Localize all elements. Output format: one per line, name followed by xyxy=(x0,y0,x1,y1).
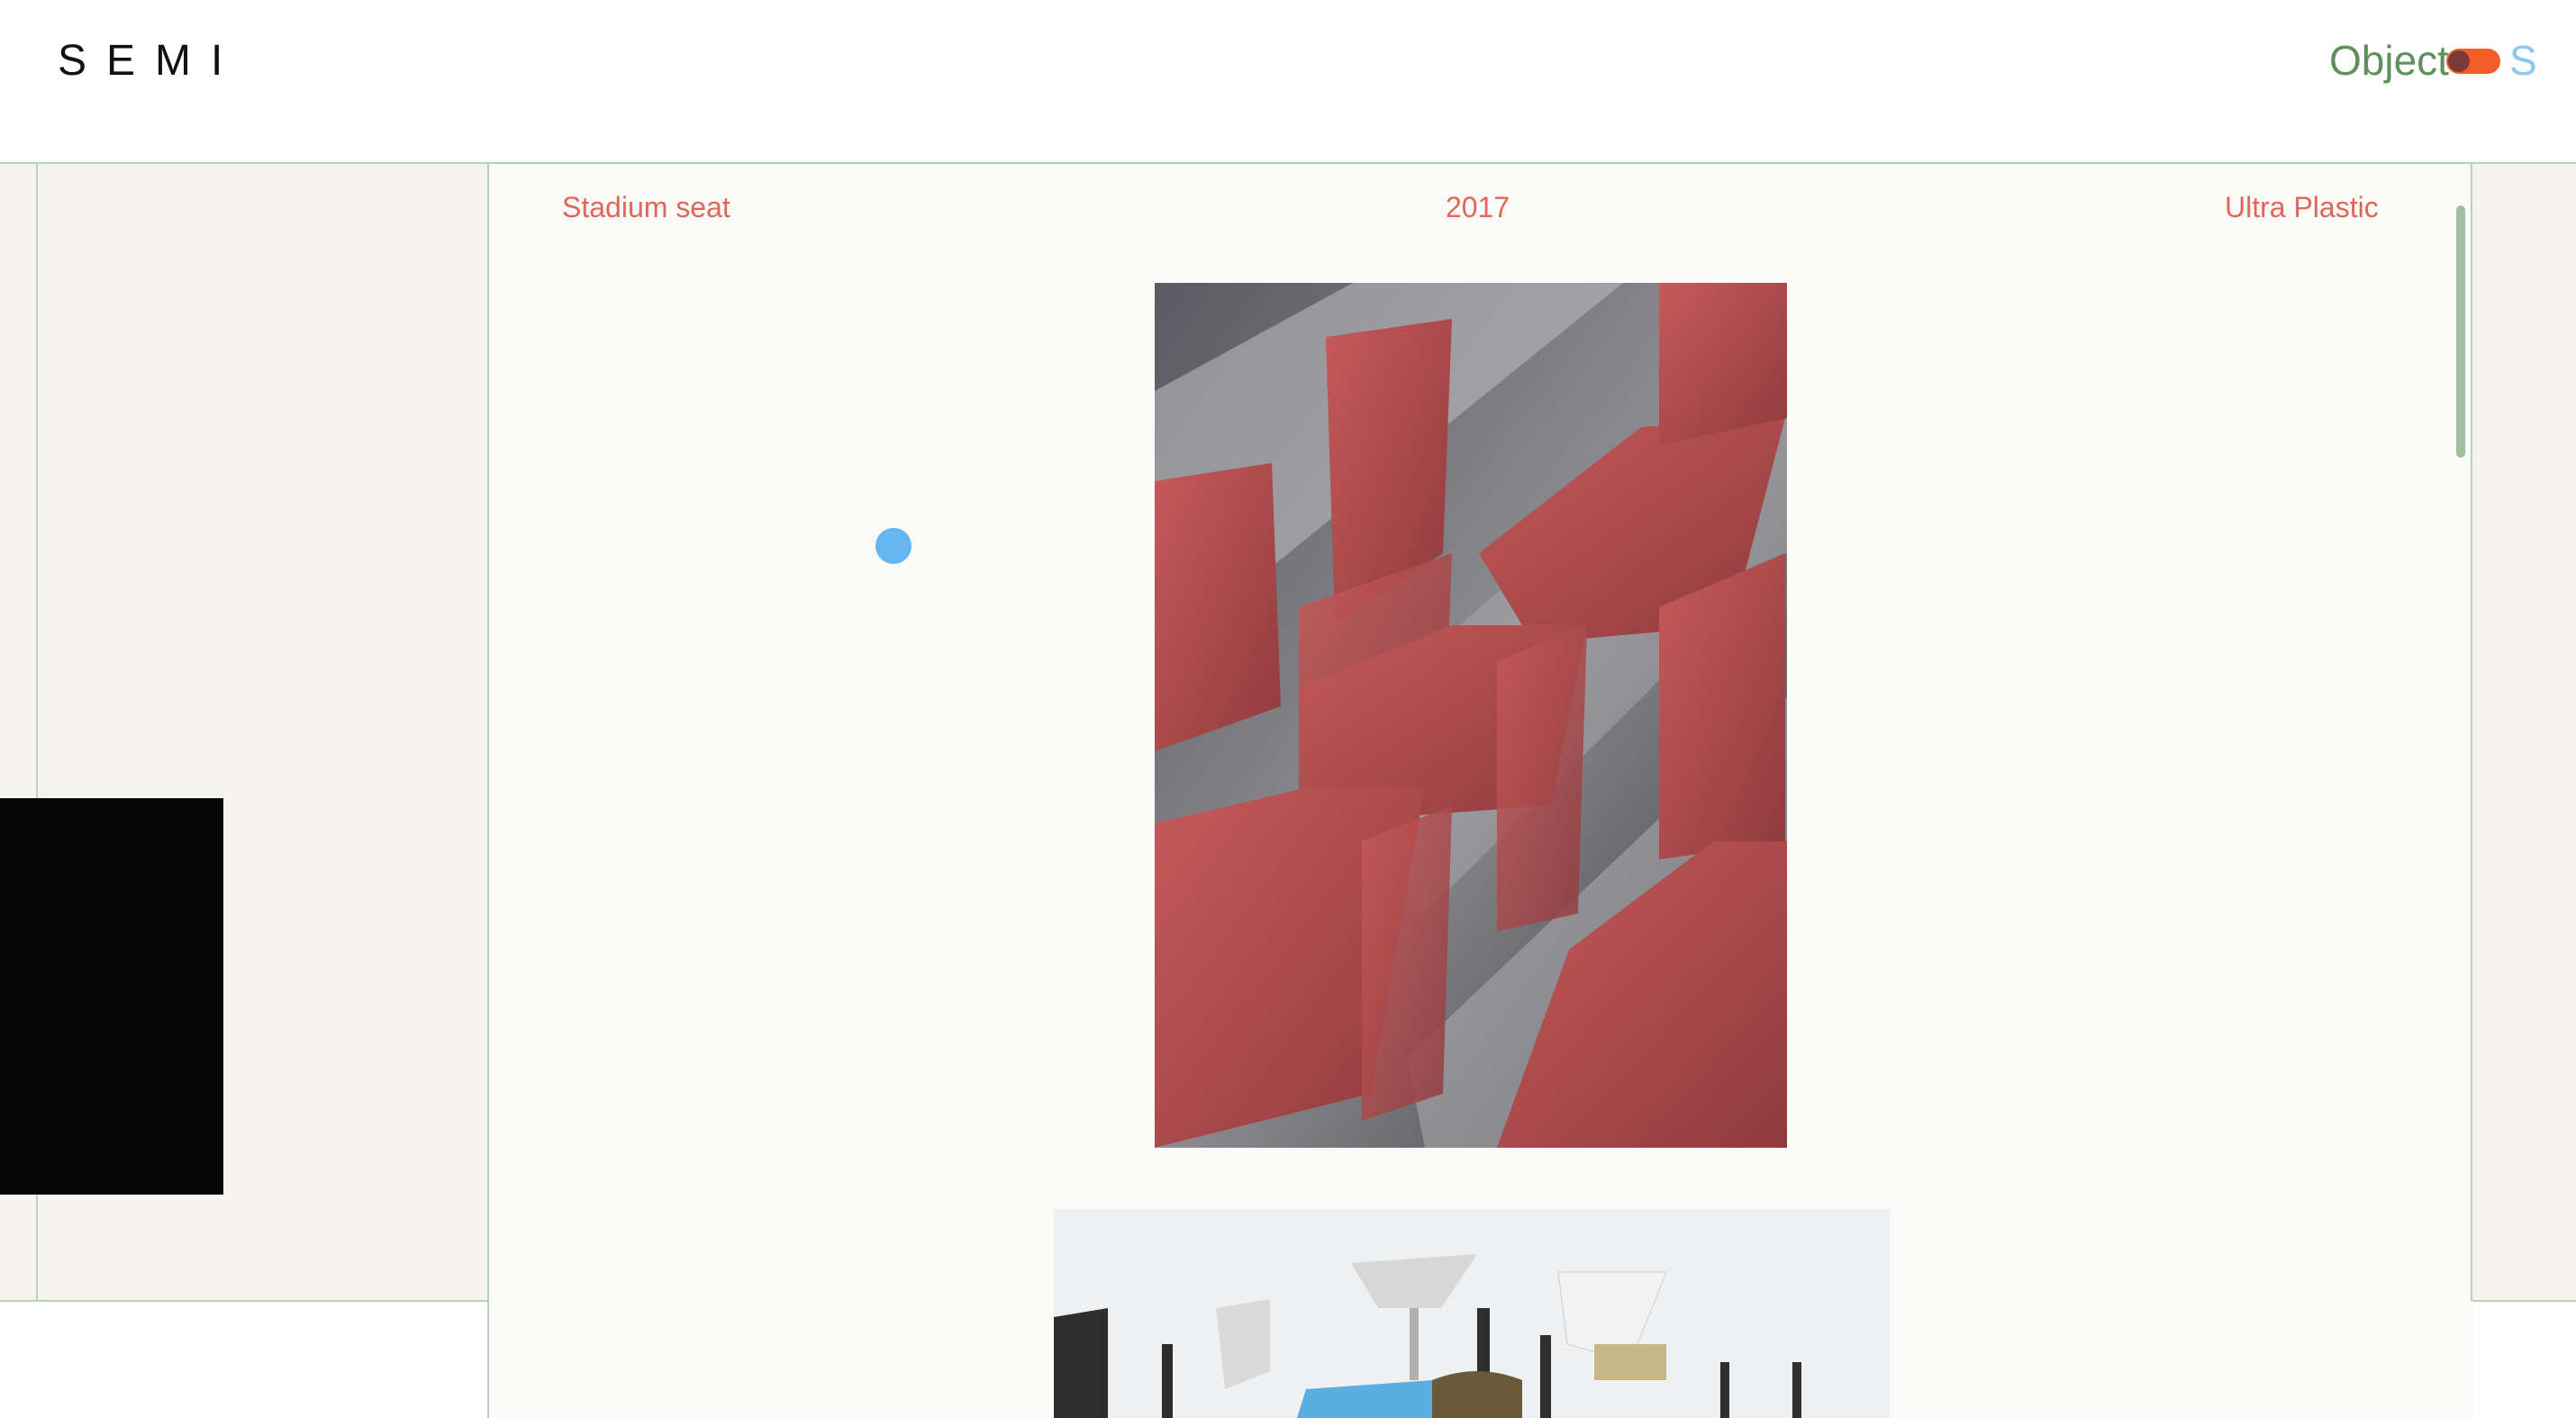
photo-icon xyxy=(1155,283,1787,1148)
chairs-group-photo xyxy=(1054,1209,1890,1418)
project-material: Ultra Plastic xyxy=(2225,191,2379,223)
mode-label-object[interactable]: Object xyxy=(2329,36,2449,85)
site-header: SEMI Object S xyxy=(0,0,2576,162)
scrollbar-thumb[interactable] xyxy=(2456,205,2465,458)
stadium-seats-photo xyxy=(1155,283,1787,1148)
cursor-dot xyxy=(875,528,912,564)
panel-divider-left xyxy=(487,164,489,1418)
right-panel xyxy=(2472,164,2576,1301)
project-year: 2017 xyxy=(1446,191,1510,223)
toggle-knob xyxy=(2448,50,2470,72)
bottom-divider-right xyxy=(2472,1300,2576,1302)
view-mode-toggle[interactable] xyxy=(2446,49,2500,74)
bottom-divider-left xyxy=(0,1300,487,1302)
mode-label-alt[interactable]: S xyxy=(2509,36,2537,85)
project-title: Stadium seat xyxy=(562,191,730,223)
photo-icon xyxy=(1054,1209,1890,1418)
previous-project-thumbnail[interactable] xyxy=(0,798,223,1195)
site-logo[interactable]: SEMI xyxy=(58,36,242,86)
